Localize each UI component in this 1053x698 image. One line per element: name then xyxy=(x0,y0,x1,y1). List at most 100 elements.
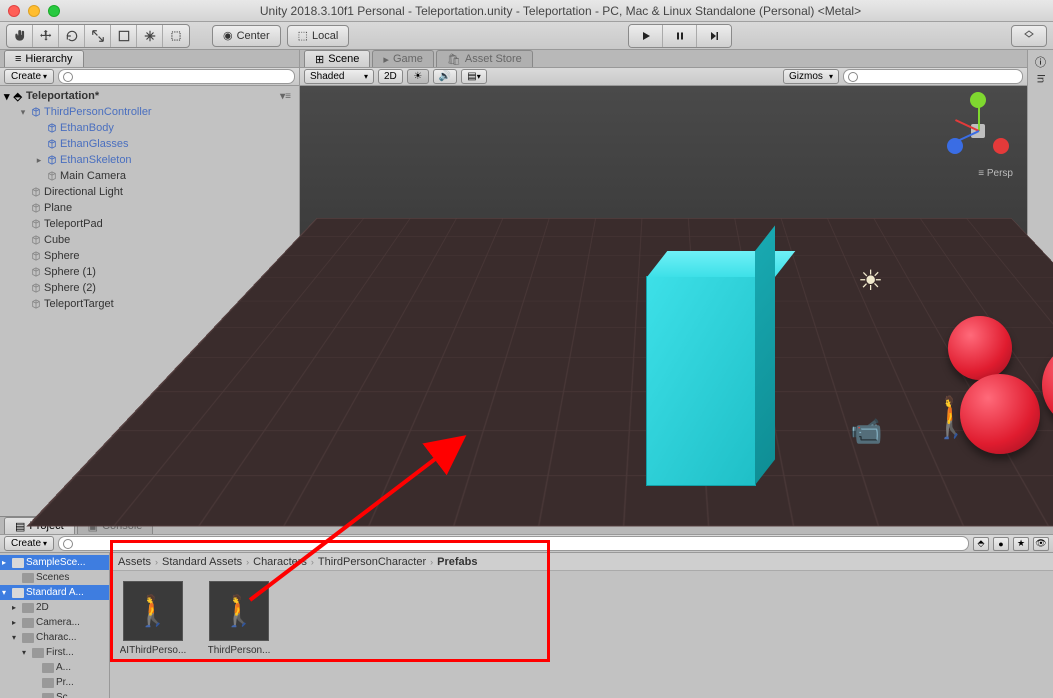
projection-label[interactable]: ≡ Persp xyxy=(978,168,1013,179)
breadcrumb-item[interactable]: ThirdPersonCharacter xyxy=(318,556,426,568)
search-filter-type-icon[interactable]: ● xyxy=(993,537,1009,551)
folder-label: First... xyxy=(46,647,74,658)
folder-item[interactable]: Pr... xyxy=(0,675,109,690)
2d-toggle[interactable]: 2D xyxy=(378,69,403,84)
scene-tab[interactable]: ⊞Scene xyxy=(304,50,370,67)
hand-tool[interactable] xyxy=(7,25,33,47)
folder-label: Scenes xyxy=(36,572,69,583)
hierarchy-item[interactable]: Sphere xyxy=(0,248,299,264)
scene-viewport[interactable]: ☀ 📹 🚶 ≡ Persp xyxy=(300,86,1027,516)
expand-arrow-icon xyxy=(32,678,40,687)
rotate-tool[interactable] xyxy=(59,25,85,47)
center-icon: ◉ xyxy=(223,29,233,42)
scene-menu-icon[interactable]: ▾≡ xyxy=(280,91,295,102)
transform-tools-group xyxy=(6,24,190,48)
folder-icon xyxy=(22,603,34,613)
folder-icon xyxy=(12,588,24,598)
fx-toggle[interactable]: ▤▾ xyxy=(461,69,486,84)
maximize-window-button[interactable] xyxy=(48,5,60,17)
shading-mode-dropdown[interactable]: Shaded▾ xyxy=(304,69,374,84)
breadcrumb-item[interactable]: Standard Assets xyxy=(162,556,242,568)
folder-item[interactable]: ▸Camera... xyxy=(0,615,109,630)
expand-arrow-icon xyxy=(12,573,20,582)
gizmos-dropdown[interactable]: Gizmos▾ xyxy=(783,69,839,84)
chevron-right-icon: › xyxy=(155,557,158,567)
hierarchy-item[interactable]: EthanGlasses xyxy=(0,136,299,152)
play-controls xyxy=(628,24,732,48)
pause-button[interactable] xyxy=(663,25,697,47)
folder-item[interactable]: Scenes xyxy=(0,570,109,585)
hierarchy-search-input[interactable] xyxy=(58,69,295,84)
project-search-input[interactable] xyxy=(58,536,969,551)
hidden-packages-icon[interactable]: 👁 xyxy=(1033,537,1049,551)
cube-object[interactable] xyxy=(646,276,756,486)
folder-label: Camera... xyxy=(36,617,80,628)
game-icon: ▸ xyxy=(383,53,389,66)
hierarchy-item[interactable]: TeleportPad xyxy=(0,216,299,232)
collab-button[interactable] xyxy=(1011,25,1047,47)
folder-label: SampleSce... xyxy=(26,557,85,568)
folder-item[interactable]: A... xyxy=(0,660,109,675)
chevron-down-icon: ▾ xyxy=(43,539,47,548)
audio-toggle[interactable]: 🔊 xyxy=(433,69,457,84)
folder-item[interactable]: ▾ First... xyxy=(0,645,109,660)
hierarchy-item[interactable]: Cube xyxy=(0,232,299,248)
folder-item[interactable]: Sc... xyxy=(0,690,109,698)
light-gizmo-icon[interactable]: ☀ xyxy=(858,264,883,297)
breadcrumb-item[interactable]: Prefabs xyxy=(437,556,477,568)
breadcrumb-item[interactable]: Assets xyxy=(118,556,151,568)
hierarchy-create-button[interactable]: Create▾ xyxy=(4,69,54,84)
sphere-object[interactable] xyxy=(948,316,1012,380)
play-button[interactable] xyxy=(629,25,663,47)
hierarchy-item[interactable]: Plane xyxy=(0,200,299,216)
hierarchy-item[interactable]: Sphere (1) xyxy=(0,264,299,280)
custom-tool[interactable] xyxy=(163,25,189,47)
scene-search-input[interactable] xyxy=(843,69,1023,84)
pivot-center-button[interactable]: ◉Center xyxy=(212,25,281,47)
expand-arrow-icon: ▾ xyxy=(22,648,30,657)
search-filter-star-icon[interactable]: ★ xyxy=(1013,537,1029,551)
asset-store-tab[interactable]: 🛍Asset Store xyxy=(436,50,533,67)
folder-item[interactable]: ▸ SampleSce... xyxy=(0,555,109,570)
transform-tool[interactable] xyxy=(137,25,163,47)
prefab-asset[interactable]: 🚶ThirdPerson... xyxy=(204,581,274,656)
folder-item[interactable]: ▾Standard A... xyxy=(0,585,109,600)
scale-tool[interactable] xyxy=(85,25,111,47)
hierarchy-item[interactable]: ▾ThirdPersonController xyxy=(0,104,299,120)
search-filter-asset-icon[interactable]: ⬘ xyxy=(973,537,989,551)
orientation-gizmo[interactable] xyxy=(943,96,1013,166)
folder-icon xyxy=(12,558,24,568)
expand-arrow-icon: ▾ xyxy=(12,633,20,642)
hierarchy-tab[interactable]: ≡Hierarchy xyxy=(4,50,84,67)
camera-gizmo-icon[interactable]: 📹 xyxy=(850,416,882,447)
hierarchy-item[interactable]: ▸EthanSkeleton xyxy=(0,152,299,168)
game-tab[interactable]: ▸Game xyxy=(372,50,434,67)
folder-item[interactable]: ▾Charac... xyxy=(0,630,109,645)
pivot-local-button[interactable]: ⬚Local xyxy=(287,25,350,47)
move-tool[interactable] xyxy=(33,25,59,47)
rect-tool[interactable] xyxy=(111,25,137,47)
folder-icon xyxy=(42,663,54,673)
close-window-button[interactable] xyxy=(8,5,20,17)
step-button[interactable] xyxy=(697,25,731,47)
folder-item[interactable]: ▸2D xyxy=(0,600,109,615)
scene-icon: ⊞ xyxy=(315,53,324,66)
expand-arrow-icon: ▸ xyxy=(2,558,10,567)
hierarchy-item[interactable]: EthanBody xyxy=(0,120,299,136)
project-create-button[interactable]: Create▾ xyxy=(4,536,54,551)
lighting-toggle[interactable]: ☀ xyxy=(407,69,429,84)
prefab-asset[interactable]: 🚶AIThirdPerso... xyxy=(118,581,188,656)
chevron-down-icon: ▾ xyxy=(364,72,368,81)
gameobject-icon xyxy=(30,186,42,198)
folder-icon: ▤ xyxy=(15,520,25,533)
hierarchy-item[interactable]: Main Camera xyxy=(0,168,299,184)
hierarchy-item-label: EthanGlasses xyxy=(60,138,128,150)
hierarchy-item-label: TeleportTarget xyxy=(44,298,114,310)
breadcrumb-item[interactable]: Characters xyxy=(253,556,307,568)
local-icon: ⬚ xyxy=(298,29,308,42)
sphere-object[interactable] xyxy=(960,374,1040,454)
minimize-window-button[interactable] xyxy=(28,5,40,17)
character-object[interactable]: 🚶 xyxy=(933,394,968,441)
scene-header[interactable]: ▾ ⬘ Teleportation* ▾≡ xyxy=(0,88,299,104)
hierarchy-item[interactable]: Directional Light xyxy=(0,184,299,200)
